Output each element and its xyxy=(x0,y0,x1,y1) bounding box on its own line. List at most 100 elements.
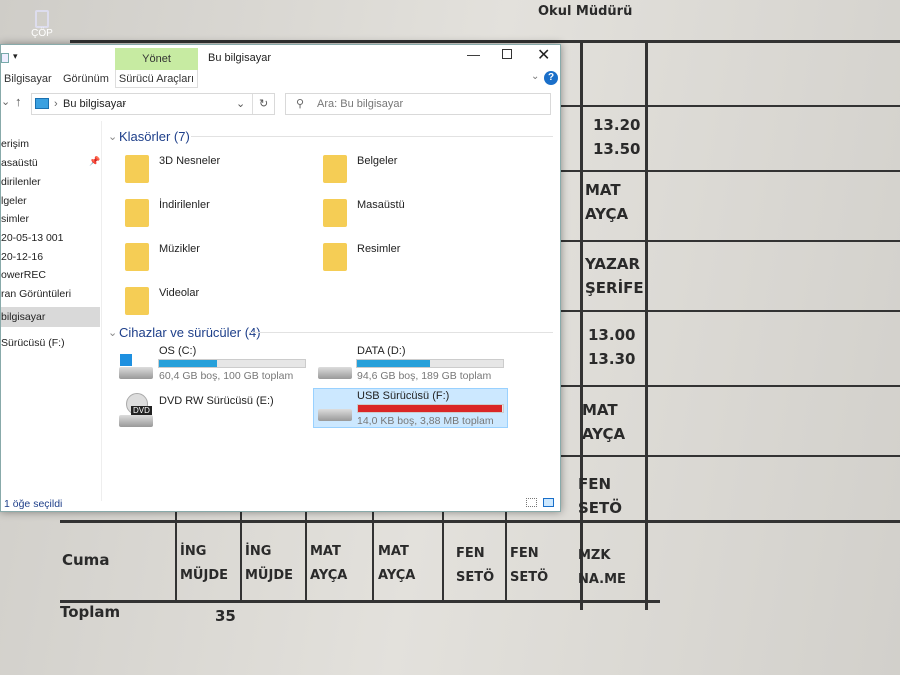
nav-item[interactable]: lgeler xyxy=(1,195,27,207)
folder-label: Masaüstü xyxy=(357,199,405,211)
collapse-icon[interactable]: ⌄ xyxy=(108,326,117,339)
music-icon xyxy=(125,243,149,271)
desktop-folder-icon xyxy=(323,199,347,227)
recycle-bin-label: ÇÖP xyxy=(31,28,53,39)
downloads-icon xyxy=(125,199,149,227)
address-text: Bu bilgisayar xyxy=(63,98,126,110)
drive-usage-bar xyxy=(356,359,504,368)
bg-cell: SETÖ xyxy=(510,570,549,585)
nav-item[interactable]: 20-12-16 xyxy=(1,251,43,263)
nav-item[interactable]: Sürücüsü (F:) xyxy=(1,337,65,349)
tab-manage[interactable]: Yönet xyxy=(115,48,198,70)
minimize-button[interactable]: — xyxy=(467,47,480,62)
large-icons-view-icon[interactable] xyxy=(543,498,554,507)
videos-icon xyxy=(125,287,149,315)
bg-cell: NA.ME xyxy=(578,572,626,587)
folder-label: 3D Nesneler xyxy=(159,155,221,167)
bg-cell: MAT xyxy=(310,544,341,559)
details-view-icon[interactable] xyxy=(526,498,537,507)
bg-cell: AYÇA xyxy=(582,425,626,443)
search-input[interactable]: ⚲ Ara: Bu bilgisayar xyxy=(285,93,551,115)
nav-item[interactable]: erişim xyxy=(1,138,29,150)
bg-cell: MZK xyxy=(578,548,611,563)
dvd-drive-icon xyxy=(119,415,153,427)
nav-item[interactable]: simler xyxy=(1,213,29,225)
drive-info: 60,4 GB boş, 100 GB toplam xyxy=(159,370,294,382)
up-arrow-icon[interactable]: ↑ xyxy=(15,94,22,109)
drives-section-header[interactable]: Cihazlar ve sürücüler (4) xyxy=(119,325,261,340)
nav-item[interactable]: asaüstü xyxy=(1,157,38,169)
dvd-badge: DVD xyxy=(131,406,152,415)
bg-cell: MÜJDE xyxy=(180,568,229,583)
close-button[interactable]: ✕ xyxy=(537,45,550,65)
refresh-icon[interactable]: ↻ xyxy=(259,97,268,110)
bg-cell: YAZAR xyxy=(585,255,641,273)
bg-cell: İNG xyxy=(180,544,207,559)
nav-item[interactable]: dirilenler xyxy=(1,176,41,188)
recycle-bin-icon xyxy=(35,10,49,28)
bg-total-label: Toplam xyxy=(60,603,121,621)
folders-section-header[interactable]: Klasörler (7) xyxy=(119,129,190,144)
bg-cell: İNG xyxy=(245,544,272,559)
bg-cell: AYÇA xyxy=(310,568,348,583)
recent-locations-icon[interactable]: ⌄ xyxy=(1,95,10,108)
nav-item[interactable]: 20-05-13 001 xyxy=(1,232,63,244)
window-title: Bu bilgisayar xyxy=(208,52,271,64)
tab-computer[interactable]: Bilgisayar xyxy=(4,73,52,85)
usb-drive-icon xyxy=(318,409,352,421)
maximize-button[interactable] xyxy=(502,49,512,59)
windows-logo-icon xyxy=(120,354,132,366)
bg-time: 13.00 xyxy=(588,326,636,344)
bg-cell: FEN xyxy=(510,546,539,561)
drive-label: DATA (D:) xyxy=(357,345,406,357)
drive-info: 14,0 KB boş, 3,88 MB toplam xyxy=(357,415,494,427)
folder-label: Videolar xyxy=(159,287,200,299)
documents-icon xyxy=(323,155,347,183)
drive-usage-bar xyxy=(357,404,504,413)
drive-label: OS (C:) xyxy=(159,345,197,357)
customize-toolbar-icon[interactable]: ▾ xyxy=(13,51,18,62)
bg-cell: ŞERİFE xyxy=(585,279,644,297)
bg-cell: MÜJDE xyxy=(245,568,294,583)
pin-icon: 📌 xyxy=(89,156,101,166)
bg-cell: FEN xyxy=(578,475,612,493)
tab-drive-tools[interactable]: Sürücü Araçları xyxy=(115,70,198,88)
bg-cell: MAT xyxy=(378,544,409,559)
bg-time: 13.30 xyxy=(588,350,636,368)
bg-time: 13.50 xyxy=(593,140,641,158)
drive-f-selected[interactable]: USB Sürücüsü (F:) 14,0 KB boş, 3,88 MB t… xyxy=(313,388,508,428)
collapse-icon[interactable]: ⌄ xyxy=(108,130,117,143)
computer-icon xyxy=(35,98,49,109)
drive-label: DVD RW Sürücüsü (E:) xyxy=(159,395,274,407)
address-dropdown-icon[interactable]: ⌄ xyxy=(236,97,245,110)
status-text: 1 öğe seçildi xyxy=(4,498,63,510)
bg-header-text: Okul Müdürü xyxy=(538,4,633,19)
nav-item[interactable]: ran Görüntüleri xyxy=(1,288,71,300)
help-icon[interactable]: ? xyxy=(544,71,558,85)
folder-label: Resimler xyxy=(357,243,401,255)
bg-cell: FEN xyxy=(456,546,485,561)
bg-cell: SETÖ xyxy=(456,570,495,585)
hard-drive-icon xyxy=(318,367,352,379)
nav-item[interactable]: owerREC xyxy=(1,269,46,281)
drive-usage-bar xyxy=(158,359,306,368)
ribbon-expand-icon[interactable]: ⌄ xyxy=(531,71,539,82)
pictures-icon xyxy=(323,243,347,271)
folder-label: Belgeler xyxy=(357,155,398,167)
drive-label: USB Sürücüsü (F:) xyxy=(357,390,450,402)
tab-view[interactable]: Görünüm xyxy=(63,73,109,85)
bg-cell: MAT xyxy=(582,401,618,419)
folder-3d-icon xyxy=(125,155,149,183)
bg-cell: AYÇA xyxy=(378,568,416,583)
bg-day: Cuma xyxy=(62,551,110,569)
search-icon: ⚲ xyxy=(296,98,305,110)
recycle-bin[interactable]: ÇÖP xyxy=(28,10,56,39)
nav-item-this-pc[interactable]: bilgisayar xyxy=(1,307,100,327)
bg-cell: AYÇA xyxy=(585,205,629,223)
quick-access-icon[interactable] xyxy=(1,53,9,63)
address-bar[interactable]: › Bu bilgisayar › ⌄ ↻ xyxy=(31,93,275,115)
folder-label: Müzikler xyxy=(159,243,200,255)
hard-drive-icon xyxy=(119,367,153,379)
file-explorer-window: ▾ Yönet Bu bilgisayar — ✕ Bilgisayar Gör… xyxy=(0,44,561,512)
bg-time: 13.20 xyxy=(593,116,641,134)
